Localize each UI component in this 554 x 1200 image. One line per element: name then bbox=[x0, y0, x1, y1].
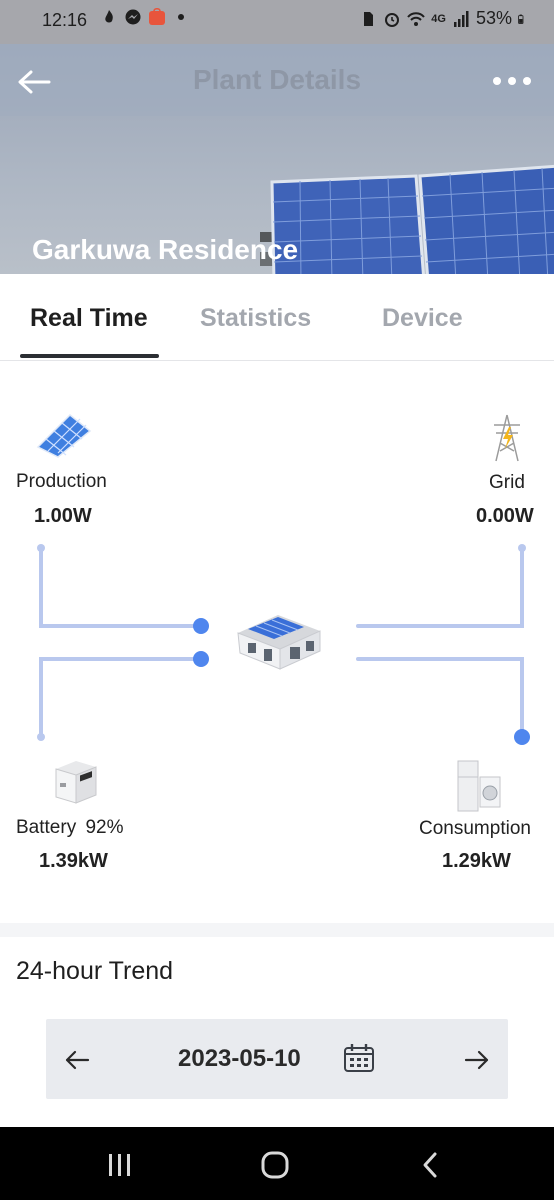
status-right-icons: 4G 53% bbox=[359, 8, 528, 29]
recent-apps-button[interactable] bbox=[100, 1145, 140, 1185]
tab-bar: Real Time Statistics Device bbox=[0, 274, 554, 361]
grid-value: 0.00W bbox=[476, 505, 534, 527]
consumption-label: Consumption bbox=[419, 818, 531, 839]
status-time: 12:16 bbox=[42, 10, 88, 30]
battery-label-text: Battery bbox=[16, 817, 77, 838]
tab-real-time[interactable]: Real Time bbox=[30, 304, 148, 333]
battery-value: 1.39kW bbox=[39, 850, 108, 872]
solar-panels-photo bbox=[260, 164, 554, 274]
sim-icon bbox=[364, 11, 374, 26]
power-tower-icon bbox=[494, 414, 520, 462]
house-icon bbox=[237, 615, 321, 670]
trend-section: 24-hour Trend 2023-05-10 bbox=[0, 937, 554, 1127]
status-bar: 12:16 4G 53% bbox=[0, 0, 554, 44]
production-label: Production bbox=[16, 471, 107, 492]
appliances-icon bbox=[457, 760, 501, 812]
system-nav-bar bbox=[0, 1127, 554, 1200]
recent-apps-icon bbox=[109, 1154, 130, 1176]
previous-date-button[interactable] bbox=[60, 1043, 94, 1077]
status-left-icons bbox=[100, 8, 190, 26]
consumption-value: 1.29kW bbox=[442, 850, 511, 872]
back-chevron-icon bbox=[423, 1152, 437, 1178]
wifi-icon bbox=[407, 11, 426, 26]
arrow-left-icon bbox=[65, 1050, 90, 1070]
home-button[interactable] bbox=[255, 1145, 295, 1185]
network-type: 4G bbox=[431, 12, 446, 25]
calendar-button[interactable] bbox=[342, 1041, 376, 1075]
solar-panel-icon bbox=[36, 413, 92, 458]
alarm-icon bbox=[385, 12, 400, 27]
battery-icon bbox=[518, 14, 524, 24]
tab-statistics[interactable]: Statistics bbox=[200, 304, 311, 333]
signal-icon bbox=[453, 10, 469, 27]
battery-label: Battery 92% bbox=[16, 817, 124, 839]
more-options-button[interactable] bbox=[490, 66, 534, 96]
active-tab-indicator bbox=[20, 354, 159, 358]
production-value: 1.00W bbox=[34, 505, 92, 527]
messenger-icon bbox=[125, 9, 141, 25]
next-date-button[interactable] bbox=[460, 1043, 494, 1077]
page-title: Plant Details bbox=[192, 64, 362, 95]
calendar-icon bbox=[344, 1044, 374, 1072]
fire-app-icon bbox=[105, 10, 113, 23]
dot-icon bbox=[178, 14, 184, 20]
consumption-flow-dot bbox=[514, 729, 530, 745]
home-icon bbox=[261, 1151, 289, 1179]
section-divider bbox=[0, 923, 554, 937]
aliexpress-icon bbox=[149, 8, 165, 25]
date-selector: 2023-05-10 bbox=[46, 1019, 508, 1099]
grid-label: Grid bbox=[489, 472, 525, 493]
plant-name: Garkuwa Residence bbox=[32, 234, 299, 265]
energy-flow-diagram: Production 1.00W Grid 0.00W Battery 92% … bbox=[0, 361, 554, 923]
tab-device[interactable]: Device bbox=[382, 304, 463, 333]
plant-hero: Plant Details Garkuwa Residence bbox=[0, 44, 554, 274]
battery-soc: 92% bbox=[85, 817, 124, 838]
back-nav-button[interactable] bbox=[410, 1145, 450, 1185]
more-dots-icon bbox=[493, 77, 531, 85]
battery-level: 53% bbox=[475, 8, 512, 28]
arrow-right-icon bbox=[464, 1050, 489, 1070]
battery-flow-dot bbox=[193, 651, 209, 667]
trend-title: 24-hour Trend bbox=[16, 957, 174, 985]
battery-storage-icon bbox=[55, 761, 97, 804]
selected-date[interactable]: 2023-05-10 bbox=[178, 1045, 301, 1073]
production-flow-dot bbox=[193, 618, 209, 634]
